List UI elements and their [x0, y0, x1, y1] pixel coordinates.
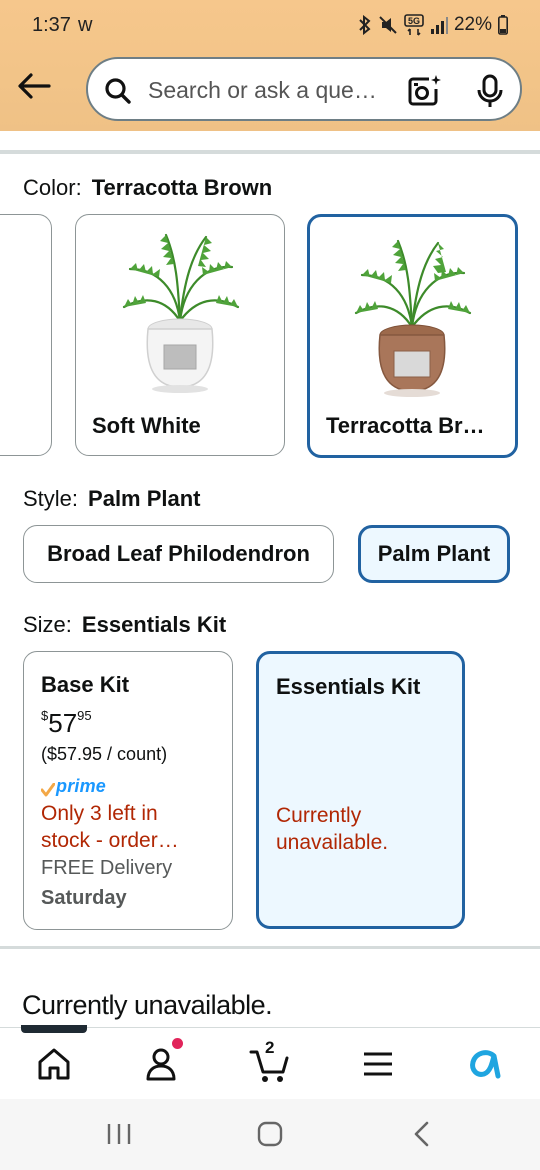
color-option-name: Soft White — [92, 413, 201, 438]
white-planter-image — [122, 233, 240, 393]
section-divider — [0, 946, 540, 949]
size-label-row: Size: Essentials Kit — [23, 612, 226, 638]
menu-icon — [364, 1052, 392, 1076]
nav-cart[interactable]: 2 — [248, 1038, 292, 1086]
unit-price: ($57.95 / count) — [41, 744, 168, 764]
mute-icon — [379, 16, 397, 34]
arrow-left-icon — [18, 73, 51, 99]
color-option-name: Terracotta Br… — [326, 413, 485, 438]
color-label: Color: — [23, 175, 82, 200]
status-bar: 1:37 w 5G 22% — [0, 0, 540, 52]
account-icon — [146, 1048, 176, 1081]
size-option-name: Base Kit — [41, 672, 130, 697]
delivery-text: FREE Delivery — [41, 857, 173, 879]
product-variation-screen: 1:37 w 5G 22% Color: Terracotta Brown — [0, 0, 540, 1170]
5g-icon: 5G — [404, 14, 424, 36]
nav-account[interactable] — [139, 1038, 183, 1086]
size-option-base-kit[interactable]: Base Kit $5795 ($57.95 / count) prime On… — [23, 651, 233, 930]
camera-search-icon[interactable] — [406, 73, 442, 109]
back-button[interactable] — [14, 68, 54, 104]
color-swatch-terracotta-brown[interactable]: Terracotta Br… — [307, 214, 518, 458]
battery-icon — [498, 15, 508, 35]
search-input[interactable] — [148, 73, 388, 107]
stock-line-2: stock - order… — [41, 829, 179, 852]
back-nav-button[interactable] — [402, 1119, 442, 1149]
style-option-palm-plant[interactable]: Palm Plant — [358, 525, 510, 583]
color-swatch-previous[interactable] — [0, 214, 52, 456]
unavailable-status: Currently unavailable. — [276, 802, 388, 856]
nav-rufus[interactable] — [464, 1042, 508, 1086]
stock-line-1: Only 3 left in — [41, 802, 158, 825]
stock-warning: Only 3 left in stock - order… — [41, 800, 179, 854]
size-option-essentials-kit[interactable]: Essentials Kit Currently unavailable. — [256, 651, 465, 929]
color-selected-value: Terracotta Brown — [91, 175, 273, 200]
battery-percent: 22% — [453, 14, 492, 35]
rufus-icon — [470, 1050, 501, 1079]
size-label: Size: — [23, 612, 72, 637]
size-selected-value: Essentials Kit — [81, 612, 227, 637]
price-whole: 57 — [48, 708, 78, 738]
status-icons: 5G 22% — [358, 13, 508, 37]
style-option-broad-leaf[interactable]: Broad Leaf Philodendron — [23, 525, 334, 583]
availability-status: Currently unavailable. — [22, 990, 273, 1020]
nav-home[interactable] — [32, 1042, 76, 1086]
delivery-day: Saturday — [41, 887, 127, 909]
search-bar[interactable] — [86, 57, 522, 121]
prime-badge: prime — [41, 776, 106, 797]
active-tab-indicator — [21, 1025, 87, 1033]
prime-label: prime — [56, 776, 107, 796]
unavailable-line-2: unavailable. — [276, 831, 389, 854]
cart-count: 2 — [265, 1038, 275, 1057]
color-label-row: Color: Terracotta Brown — [23, 175, 272, 201]
color-swatch-soft-white[interactable]: Soft White — [75, 214, 285, 456]
bluetooth-icon — [359, 15, 371, 35]
app-header: 1:37 w 5G 22% — [0, 0, 540, 131]
nav-menu[interactable] — [356, 1042, 400, 1086]
recent-apps-icon — [107, 1124, 131, 1144]
recent-apps-button[interactable] — [99, 1119, 139, 1149]
notification-dot — [172, 1038, 183, 1049]
search-icon — [105, 78, 131, 104]
home-button[interactable] — [250, 1119, 290, 1149]
section-divider — [0, 150, 540, 154]
style-selected-value: Palm Plant — [88, 486, 201, 511]
size-option-name: Essentials Kit — [276, 674, 421, 699]
status-time: 1:37 — [32, 14, 71, 36]
bottom-nav: 2 — [0, 1027, 540, 1099]
terracotta-planter-image — [354, 239, 472, 397]
svg-text:5G: 5G — [408, 16, 420, 26]
carrier-glyph: w — [78, 14, 93, 36]
price: $5795 — [41, 708, 92, 739]
unavailable-line-1: Currently — [276, 804, 362, 827]
microphone-icon[interactable] — [474, 73, 506, 109]
home-button-icon — [257, 1121, 283, 1147]
back-chevron-icon — [414, 1121, 429, 1147]
prime-check-icon — [41, 783, 55, 797]
system-navigation-bar — [0, 1099, 540, 1170]
style-label: Style: — [23, 486, 79, 511]
home-icon — [38, 1048, 70, 1080]
price-fraction: 95 — [77, 708, 92, 723]
signal-icon — [430, 17, 448, 34]
style-label-row: Style: Palm Plant — [23, 486, 201, 512]
